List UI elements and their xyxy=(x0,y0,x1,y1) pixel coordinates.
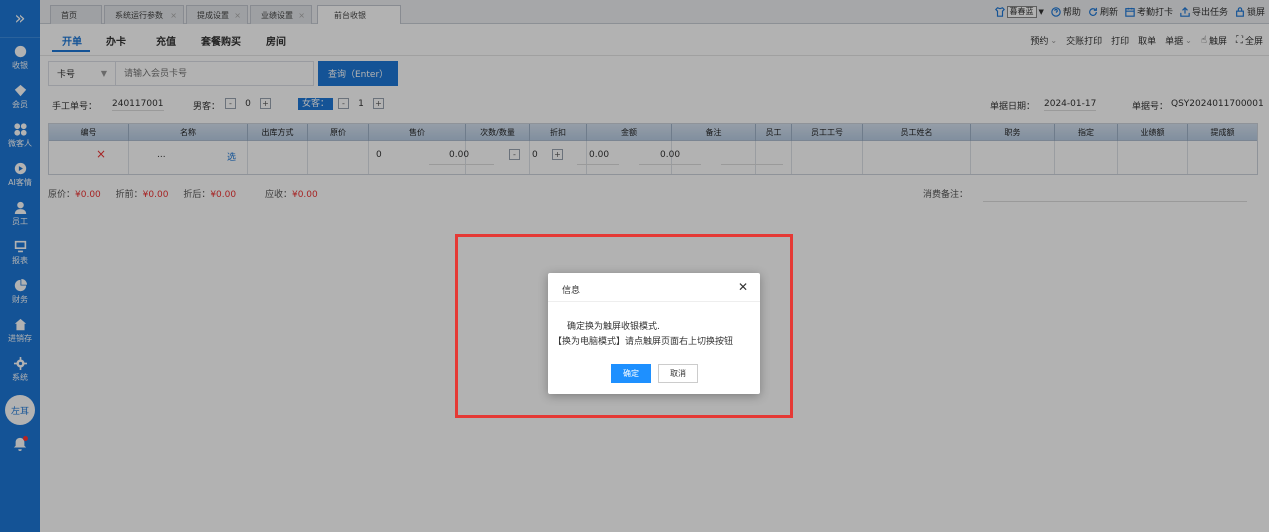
confirm-button[interactable]: 确定 xyxy=(611,364,651,383)
dialog-message-line1: 确定换为触屏收银模式. xyxy=(567,322,660,332)
info-dialog: 信息 ✕ 确定换为触屏收银模式. 【换为电脑模式】请点触屏页面右上切换按钮 确定… xyxy=(548,273,760,394)
dialog-message-line2: 【换为电脑模式】请点触屏页面右上切换按钮 xyxy=(553,337,734,347)
cancel-button[interactable]: 取消 xyxy=(658,364,698,383)
close-icon[interactable]: ✕ xyxy=(738,280,748,294)
dialog-divider xyxy=(548,301,760,302)
dialog-title: 信息 xyxy=(562,286,581,296)
